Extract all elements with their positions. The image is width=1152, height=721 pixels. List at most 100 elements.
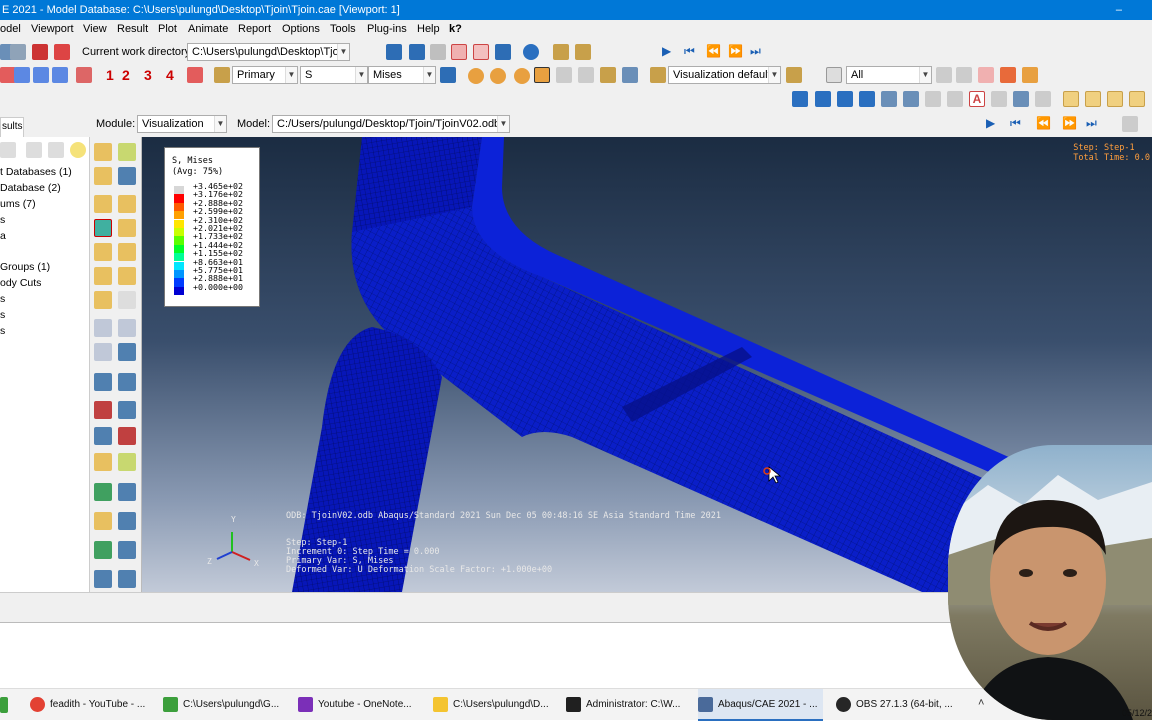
- tree-item-free-body-cuts[interactable]: ody Cuts: [0, 277, 41, 289]
- tree-item-s4[interactable]: s: [0, 325, 5, 337]
- highlight-icon[interactable]: [1000, 67, 1016, 83]
- select-circle-icon[interactable]: [978, 67, 994, 83]
- select-arrow-icon[interactable]: [826, 67, 842, 83]
- menu-plot[interactable]: Plot: [158, 23, 177, 35]
- menu-help[interactable]: Help: [417, 23, 440, 35]
- step-number-3[interactable]: 3: [144, 67, 152, 83]
- text-annotation-icon[interactable]: A: [969, 91, 985, 107]
- tree-expand-icon[interactable]: [26, 142, 42, 158]
- cube-front-icon[interactable]: [1063, 91, 1079, 107]
- open-odb-icon[interactable]: [54, 44, 70, 60]
- menu-plugins[interactable]: Plug-ins: [367, 23, 407, 35]
- symbol-icon[interactable]: [118, 195, 136, 213]
- animate-harmonic-icon[interactable]: [94, 343, 112, 361]
- lightbulb-icon[interactable]: [70, 142, 86, 158]
- rotate-icon[interactable]: [409, 44, 425, 60]
- taskbar-item-youtube[interactable]: feadith - YouTube - ...: [30, 689, 155, 721]
- play-icon[interactable]: ▶: [662, 44, 678, 60]
- allow-multiple-icon[interactable]: [94, 291, 112, 309]
- next-frame-icon[interactable]: ⏩: [728, 44, 744, 60]
- free-body-icon[interactable]: [94, 512, 112, 530]
- more-icon[interactable]: [1035, 91, 1051, 107]
- taskbar-item-obs[interactable]: OBS 27.1.3 (64-bit, ...: [836, 689, 961, 721]
- taskbar-item-explorer-g[interactable]: C:\Users\pulungd\G...: [163, 689, 285, 721]
- menu-context-help[interactable]: k?: [449, 23, 462, 35]
- tree-filter-icon[interactable]: [0, 142, 16, 158]
- tray-chevron-up-icon[interactable]: ˄: [978, 697, 994, 713]
- frame-options-icon[interactable]: [1122, 116, 1138, 132]
- variable-select[interactable]: S ▼: [300, 66, 368, 84]
- grid-icon[interactable]: [881, 91, 897, 107]
- arrow-annotation-icon[interactable]: [947, 91, 963, 107]
- first-frame-icon[interactable]: ⏮: [1010, 116, 1026, 132]
- cube-iso-icon[interactable]: [1085, 91, 1101, 107]
- plot-both-icon[interactable]: [94, 167, 112, 185]
- magnify-icon[interactable]: [430, 44, 446, 60]
- contour-legend[interactable]: S, Mises (Avg: 75%) +3.465e+02 +3.176e+02…: [164, 147, 260, 307]
- cascade-icon[interactable]: [837, 91, 853, 107]
- iso-view-icon[interactable]: [76, 67, 92, 83]
- orientation-options-icon[interactable]: [118, 267, 136, 285]
- measure-icon[interactable]: [575, 44, 591, 60]
- invariant-select[interactable]: Mises ▼: [368, 66, 436, 84]
- free-body-manager-icon[interactable]: [118, 512, 136, 530]
- animation-options-icon[interactable]: [118, 343, 136, 361]
- step-number-4[interactable]: 4: [166, 67, 174, 83]
- fit-view-icon[interactable]: [473, 44, 489, 60]
- tree-item-model-database[interactable]: Database (2): [0, 182, 61, 194]
- menu-options[interactable]: Options: [282, 23, 320, 35]
- cube-top-icon[interactable]: [1107, 91, 1123, 107]
- menu-model[interactable]: odel: [0, 23, 21, 35]
- tree-item-s2[interactable]: s: [0, 293, 5, 305]
- cycle-view-icon[interactable]: [495, 44, 511, 60]
- minimize-button[interactable]: –: [1116, 0, 1122, 20]
- select-polygon-icon[interactable]: [956, 67, 972, 83]
- menu-tools[interactable]: Tools: [330, 23, 356, 35]
- symbol-options-icon[interactable]: [118, 243, 136, 261]
- menu-report[interactable]: Report: [238, 23, 271, 35]
- ruler-icon[interactable]: [553, 44, 569, 60]
- plot-options-icon[interactable]: [118, 291, 136, 309]
- output-type-select[interactable]: Primary ▼: [232, 66, 298, 84]
- contour-options-icon[interactable]: [94, 243, 112, 261]
- tree-item-s3[interactable]: s: [0, 309, 5, 321]
- query-tool-icon[interactable]: [118, 570, 136, 588]
- render-shaded-icon[interactable]: [468, 68, 484, 84]
- module-select[interactable]: Visualization ▼: [137, 115, 227, 133]
- undo-icon[interactable]: [556, 67, 572, 83]
- tool-options-icon[interactable]: [94, 570, 112, 588]
- cube-side-icon[interactable]: [1129, 91, 1145, 107]
- part-instance-icon[interactable]: [1022, 67, 1038, 83]
- step-number-1[interactable]: 1: [106, 67, 114, 83]
- last-frame-icon[interactable]: ⏭: [1086, 116, 1102, 132]
- taskbar-app-icon[interactable]: [0, 697, 8, 713]
- tile-icon[interactable]: [815, 91, 831, 107]
- tree-item-s1[interactable]: s: [0, 214, 5, 226]
- menu-viewport[interactable]: Viewport: [31, 23, 74, 35]
- axis-triad-icon[interactable]: [187, 67, 203, 83]
- contour-icon[interactable]: [94, 195, 112, 213]
- options-icon[interactable]: [1013, 91, 1029, 107]
- display-group-icon[interactable]: [786, 67, 802, 83]
- plot-undeformed-icon[interactable]: [94, 143, 112, 161]
- yz-view-icon[interactable]: [33, 67, 49, 83]
- feature-icon[interactable]: [600, 67, 616, 83]
- pointer-icon[interactable]: [991, 91, 1007, 107]
- next-frame-icon[interactable]: ⏩: [1062, 116, 1078, 132]
- create-path-icon[interactable]: [94, 427, 112, 445]
- report-field-icon[interactable]: [94, 401, 112, 419]
- sync-icon[interactable]: [440, 67, 456, 83]
- report-xy-icon[interactable]: [118, 401, 136, 419]
- menu-animate[interactable]: Animate: [188, 23, 228, 35]
- play-icon[interactable]: ▶: [986, 116, 1002, 132]
- tree-item-output-databases[interactable]: t Databases (1): [0, 166, 72, 178]
- tree-item-display-groups[interactable]: Groups (1): [0, 261, 50, 273]
- z-view-icon[interactable]: [52, 67, 68, 83]
- info-icon[interactable]: [523, 44, 539, 60]
- view-defaults-select[interactable]: Visualization defaults ▼: [668, 66, 781, 84]
- taskbar-item-explorer-d[interactable]: C:\Users\pulungd\D...: [433, 689, 555, 721]
- step-number-2[interactable]: 2: [122, 67, 130, 83]
- contour-active-icon[interactable]: [94, 219, 112, 237]
- tree-item-a[interactable]: a: [0, 230, 6, 242]
- selection-filter-select[interactable]: All ▼: [846, 66, 932, 84]
